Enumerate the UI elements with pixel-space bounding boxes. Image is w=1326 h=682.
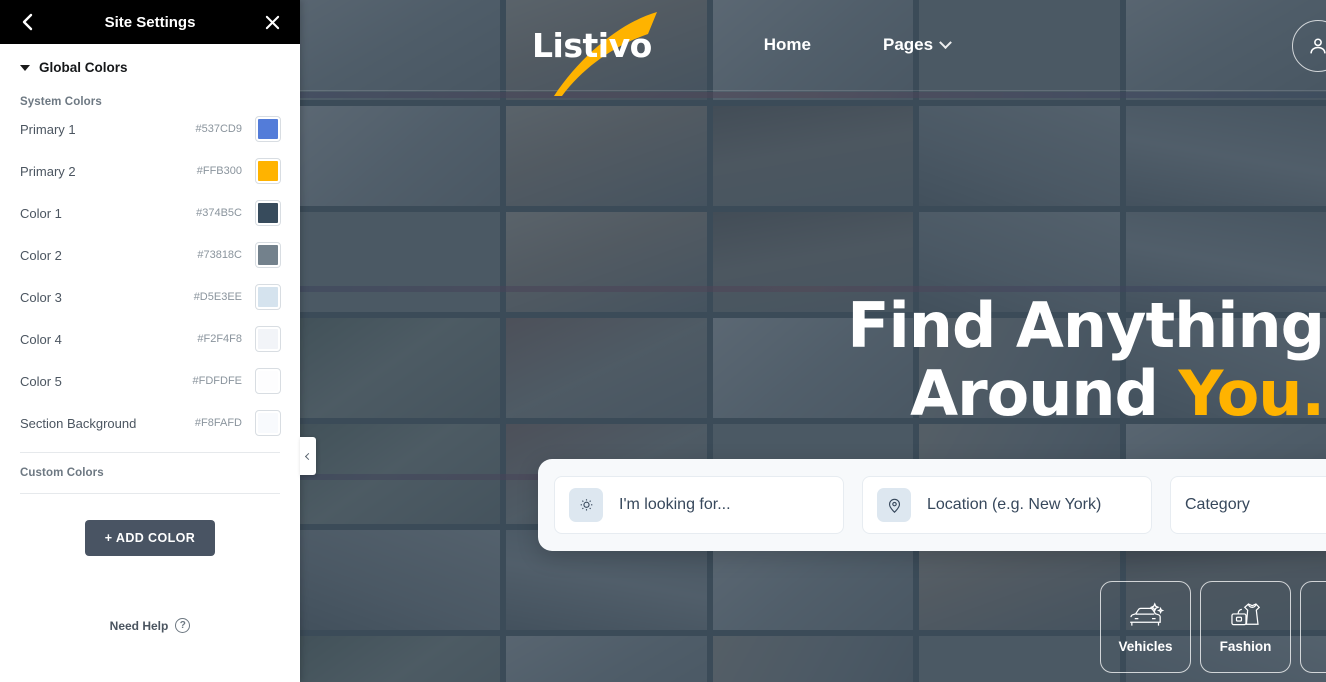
chevron-down-icon [939, 35, 952, 49]
site-settings-panel: Site Settings Global Colors System Color… [0, 0, 300, 682]
color-name: Color 2 [20, 247, 62, 263]
nav-item-home[interactable]: Home [764, 35, 811, 55]
logo-text: Listivo [532, 25, 652, 65]
color-hex: #537CD9 [195, 123, 242, 135]
color-swatch[interactable] [255, 242, 281, 268]
site-header: Listivo Home Pages [300, 0, 1326, 96]
close-button[interactable] [262, 11, 284, 33]
keyword-search-field[interactable]: I'm looking for... [554, 476, 844, 534]
panel-body: Global Colors System Colors Primary 1 #5… [0, 44, 300, 682]
caret-down-icon [20, 64, 30, 71]
color-swatch[interactable] [255, 158, 281, 184]
account-button[interactable] [1292, 20, 1326, 72]
location-search-field[interactable]: Location (e.g. New York) [862, 476, 1152, 534]
color-row-color-1[interactable]: Color 1 #374B5C [20, 192, 281, 234]
category-card-vehicles[interactable]: Vehicles [1100, 581, 1191, 673]
question-mark-icon: ? [175, 618, 191, 633]
lightbulb-icon [569, 488, 603, 522]
add-color-button[interactable]: + ADD COLOR [84, 520, 216, 556]
color-name: Section Background [20, 415, 137, 431]
color-row-color-4[interactable]: Color 4 #F2F4F8 [20, 318, 281, 360]
global-colors-label: Global Colors [39, 60, 128, 75]
color-swatch[interactable] [255, 200, 281, 226]
color-row-color-2[interactable]: Color 2 #73818C [20, 234, 281, 276]
close-icon [266, 15, 280, 29]
color-row-section-background[interactable]: Section Background #F8FAFD [20, 402, 281, 444]
system-colors-list: Primary 1 #537CD9 Primary 2 #FFB300 Colo… [20, 108, 281, 444]
color-row-color-3[interactable]: Color 3 #D5E3EE [20, 276, 281, 318]
nav-item-pages[interactable]: Pages [883, 35, 952, 55]
color-hex: #FFB300 [196, 165, 242, 177]
location-placeholder: Location (e.g. New York) [927, 496, 1102, 513]
color-row-primary-2[interactable]: Primary 2 #FFB300 [20, 150, 281, 192]
chevron-left-icon [22, 13, 32, 31]
chevron-left-icon [304, 452, 312, 460]
keyword-placeholder: I'm looking for... [619, 496, 731, 513]
color-hex: #F2F4F8 [197, 333, 242, 345]
category-label: Vehicles [1118, 639, 1173, 654]
editor-root: Listivo Home Pages Find Anything Around … [0, 0, 1326, 682]
color-name: Primary 1 [20, 121, 76, 137]
color-hex: #D5E3EE [193, 291, 242, 303]
color-name: Color 3 [20, 289, 62, 305]
user-icon [1310, 38, 1326, 54]
category-label: Fashion [1219, 639, 1272, 654]
hero-line-1: Find Anything [847, 289, 1325, 362]
need-help-link[interactable]: Need Help ? [20, 618, 280, 633]
panel-title: Site Settings [104, 13, 196, 31]
color-hex: #73818C [197, 249, 242, 261]
color-hex: #FDFDFE [192, 375, 243, 387]
color-name: Primary 2 [20, 163, 76, 179]
color-hex: #F8FAFD [194, 417, 242, 429]
car-icon [1129, 602, 1164, 626]
color-swatch[interactable] [255, 410, 281, 436]
color-name: Color 1 [20, 205, 62, 221]
custom-colors-label: Custom Colors [20, 467, 104, 479]
category-card-jobs[interactable]: Jobs [1300, 581, 1326, 673]
need-help-label: Need Help [109, 618, 169, 633]
site-preview: Listivo Home Pages Find Anything Around … [300, 0, 1326, 682]
divider [20, 493, 280, 494]
global-colors-section-header[interactable]: Global Colors [20, 60, 280, 75]
search-bar: I'm looking for... Location (e.g. New Yo… [538, 459, 1326, 551]
system-colors-label: System Colors [20, 96, 102, 108]
color-swatch[interactable] [255, 284, 281, 310]
category-search-field[interactable]: Category [1170, 476, 1326, 534]
hero-line-2-plain: Around [910, 357, 1179, 430]
back-button[interactable] [16, 11, 38, 33]
color-row-color-5[interactable]: Color 5 #FDFDFE [20, 360, 281, 402]
color-swatch[interactable] [255, 326, 281, 352]
divider [20, 452, 280, 453]
hero-line-2-accent: You. [1178, 357, 1325, 430]
panel-collapse-handle[interactable] [300, 437, 316, 475]
map-pin-icon [877, 488, 911, 522]
category-cards: Vehicles Fashion [1100, 581, 1326, 673]
nav-label: Pages [883, 35, 934, 54]
nav-label: Home [763, 35, 811, 54]
site-logo[interactable]: Listivo [532, 11, 657, 96]
color-swatch[interactable] [255, 368, 281, 394]
category-card-fashion[interactable]: Fashion [1200, 581, 1291, 673]
category-placeholder: Category [1185, 496, 1250, 513]
color-hex: #374B5C [196, 207, 242, 219]
color-row-primary-1[interactable]: Primary 1 #537CD9 [20, 108, 281, 150]
panel-header: Site Settings [0, 0, 300, 44]
site-nav: Home Pages [764, 35, 952, 55]
color-name: Color 4 [20, 331, 62, 347]
color-swatch[interactable] [255, 116, 281, 142]
dress-icon [1230, 603, 1260, 626]
color-name: Color 5 [20, 373, 62, 389]
hero-headline: Find Anything Around You. [847, 292, 1326, 428]
